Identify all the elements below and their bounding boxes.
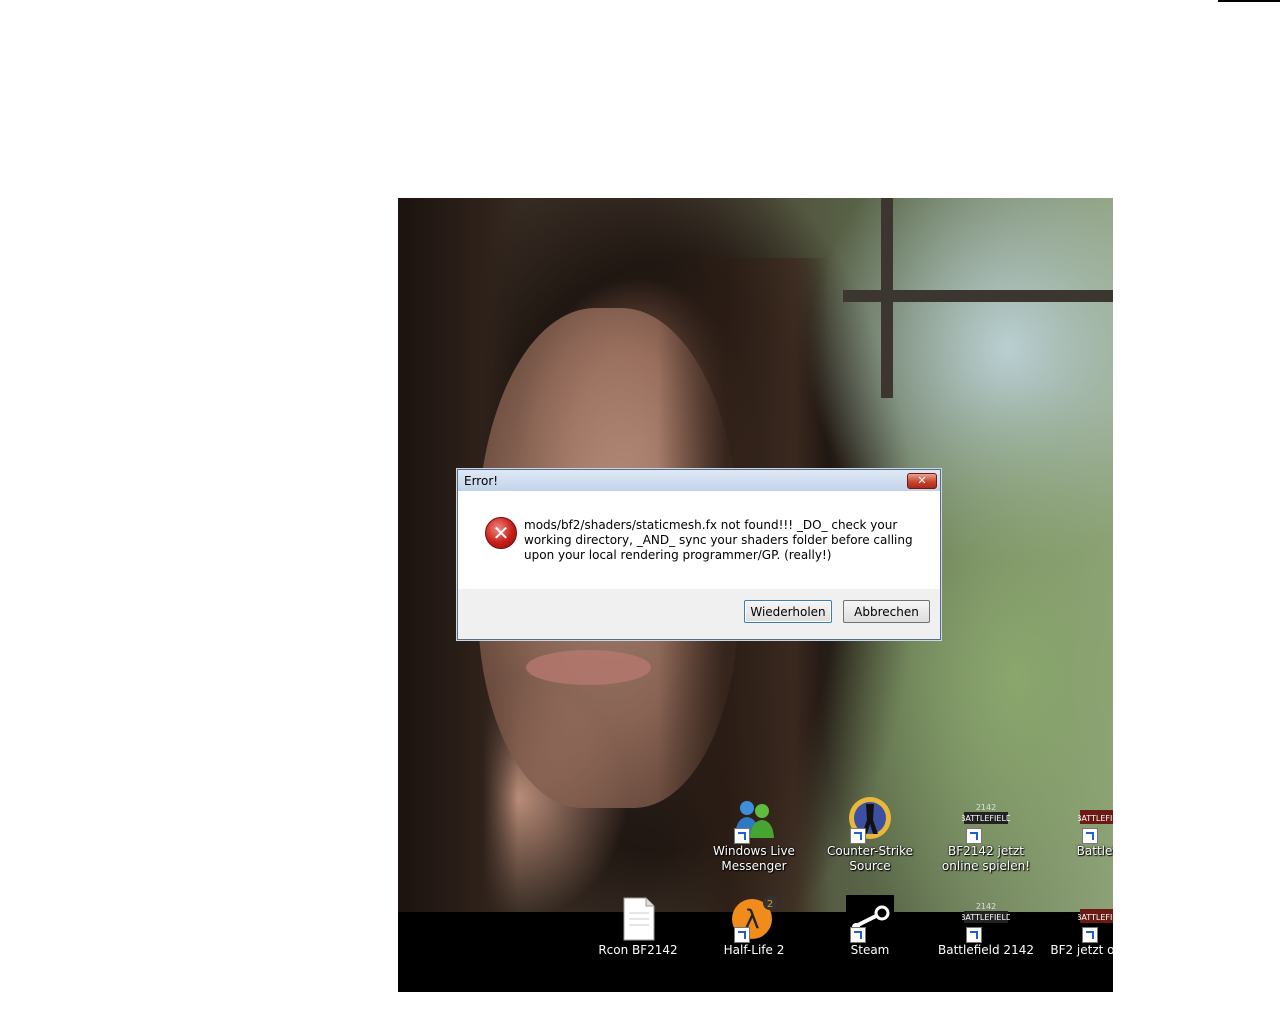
retry-button[interactable]: Wiederholen	[744, 600, 832, 623]
bf2142-online-icon: BATTLEFIELD 2142	[960, 796, 1012, 844]
icon-label: BF2 jetzt o spiele	[1050, 943, 1113, 957]
screen-edge-line	[1218, 0, 1280, 2]
shortcut-arrow-icon	[1082, 828, 1098, 844]
error-dialog: Error! ✕ ✕ mods/bf2/shaders/staticmesh.f…	[457, 469, 941, 640]
shortcut-arrow-icon	[1082, 927, 1098, 943]
counter-strike-source-shortcut[interactable]: Counter-Strike Source	[812, 796, 928, 874]
dialog-footer: Wiederholen Abbrechen	[458, 589, 940, 639]
half-life-2-icon: λ 2	[730, 895, 778, 943]
svg-text:BATTLEFIELD: BATTLEFIELD	[1078, 814, 1113, 823]
bf2-online-icon: BATTLEFIELD	[1076, 895, 1113, 943]
battlefield-icon: BATTLEFIELD	[1076, 796, 1113, 844]
dialog-body: ✕ mods/bf2/shaders/staticmesh.fx not fou…	[458, 491, 940, 589]
steam-icon	[846, 895, 894, 943]
icon-label: Steam	[850, 943, 890, 957]
icon-label: Counter-Strike Source	[826, 844, 913, 873]
bf2-online-shortcut[interactable]: BATTLEFIELD BF2 jetzt o spiele	[1044, 895, 1113, 958]
svg-text:BATTLEFIELD: BATTLEFIELD	[962, 913, 1010, 922]
rcon-bf2142-file[interactable]: Rcon BF2142	[580, 895, 696, 958]
shortcut-arrow-icon	[966, 828, 982, 844]
shortcut-arrow-icon	[850, 927, 866, 943]
svg-text:2142: 2142	[976, 902, 996, 911]
battlefield-shortcut[interactable]: BATTLEFIELD Battlefie	[1044, 796, 1113, 859]
icon-label: Rcon BF2142	[598, 943, 678, 957]
svg-text:2142: 2142	[976, 803, 996, 812]
icon-label: Battlefield 2142	[938, 943, 1034, 957]
shortcut-arrow-icon	[734, 927, 750, 943]
windows-live-messenger-icon	[730, 796, 778, 844]
battlefield-2142-shortcut[interactable]: BATTLEFIELD 2142 Battlefield 2142	[928, 895, 1044, 958]
icon-label: BF2142 jetzt online spielen!	[941, 844, 1031, 873]
battlefield-2142-icon: BATTLEFIELD 2142	[960, 895, 1012, 943]
steam-shortcut[interactable]: Steam	[812, 895, 928, 958]
icon-label: Windows Live Messenger	[713, 844, 795, 873]
half-life-2-shortcut[interactable]: λ 2 Half-Life 2	[696, 895, 812, 958]
icon-label: Battlefie	[1076, 844, 1113, 858]
icon-label: Half-Life 2	[723, 943, 785, 957]
error-message: mods/bf2/shaders/staticmesh.fx not found…	[524, 518, 913, 562]
document-icon	[614, 895, 662, 943]
wallpaper-window-frame-h	[843, 290, 1113, 302]
wallpaper-lips	[526, 650, 651, 685]
close-icon: ✕	[917, 474, 927, 487]
bf2142-online-shortcut[interactable]: BATTLEFIELD 2142 BF2142 jetzt online spi…	[928, 796, 1044, 874]
cancel-button[interactable]: Abbrechen	[843, 600, 930, 623]
svg-text:BATTLEFIELD: BATTLEFIELD	[962, 814, 1010, 823]
dialog-title: Error!	[464, 474, 499, 488]
svg-text:BATTLEFIELD: BATTLEFIELD	[1078, 913, 1113, 922]
shortcut-arrow-icon	[850, 828, 866, 844]
windows-live-messenger-shortcut[interactable]: Windows Live Messenger	[696, 796, 812, 874]
error-icon: ✕	[485, 517, 517, 549]
close-button[interactable]: ✕	[907, 473, 937, 489]
shortcut-arrow-icon	[966, 927, 982, 943]
dialog-titlebar[interactable]: Error! ✕	[458, 470, 940, 491]
counter-strike-source-icon	[846, 796, 894, 844]
shortcut-arrow-icon	[734, 828, 750, 844]
svg-text:2: 2	[767, 899, 773, 910]
